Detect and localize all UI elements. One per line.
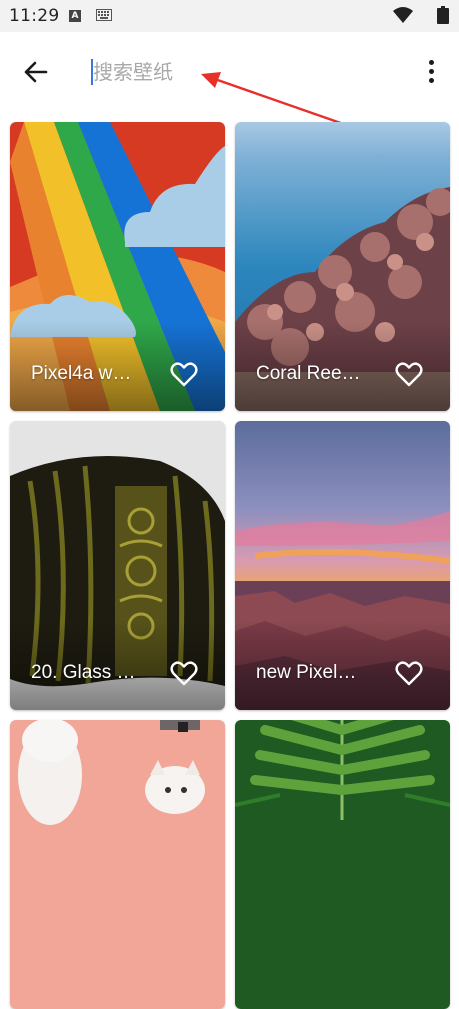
wallpaper-thumbnail — [10, 720, 225, 1009]
heart-icon[interactable] — [395, 361, 423, 387]
back-button[interactable] — [14, 54, 56, 90]
more-options-button[interactable] — [418, 54, 444, 90]
heart-icon[interactable] — [395, 660, 423, 686]
wallpaper-card[interactable]: Coral Ree… — [235, 122, 450, 411]
heart-icon[interactable] — [170, 361, 198, 387]
status-time: 11:29 — [9, 6, 60, 26]
wallpaper-thumbnail — [235, 720, 450, 1009]
wallpaper-title: Pixel4a w… — [31, 363, 132, 384]
battery-icon — [437, 6, 449, 24]
wallpaper-card[interactable] — [235, 720, 450, 1009]
arrow-back-icon — [24, 61, 48, 83]
wallpaper-title: Coral Ree… — [256, 363, 361, 384]
dot — [429, 69, 434, 74]
heart-icon[interactable] — [170, 660, 198, 686]
a-icon: A — [69, 10, 81, 22]
wallpaper-card[interactable]: Pixel4a w… — [10, 122, 225, 411]
wallpaper-title: new Pixel… — [256, 662, 357, 683]
wallpaper-title: 20. Glass … — [31, 662, 136, 683]
wallpaper-card[interactable]: new Pixel… — [235, 421, 450, 710]
dot — [429, 60, 434, 65]
wifi-icon — [393, 7, 413, 23]
wallpaper-card[interactable]: 20. Glass … — [10, 421, 225, 710]
wallpaper-card[interactable] — [10, 720, 225, 1009]
wallpaper-grid: Pixel4a w… Coral Ree… 20. Glass … new Pi… — [0, 112, 459, 1009]
status-bar: 11:29 A — [0, 0, 459, 32]
keyboard-icon — [96, 9, 112, 21]
dot — [429, 78, 434, 83]
